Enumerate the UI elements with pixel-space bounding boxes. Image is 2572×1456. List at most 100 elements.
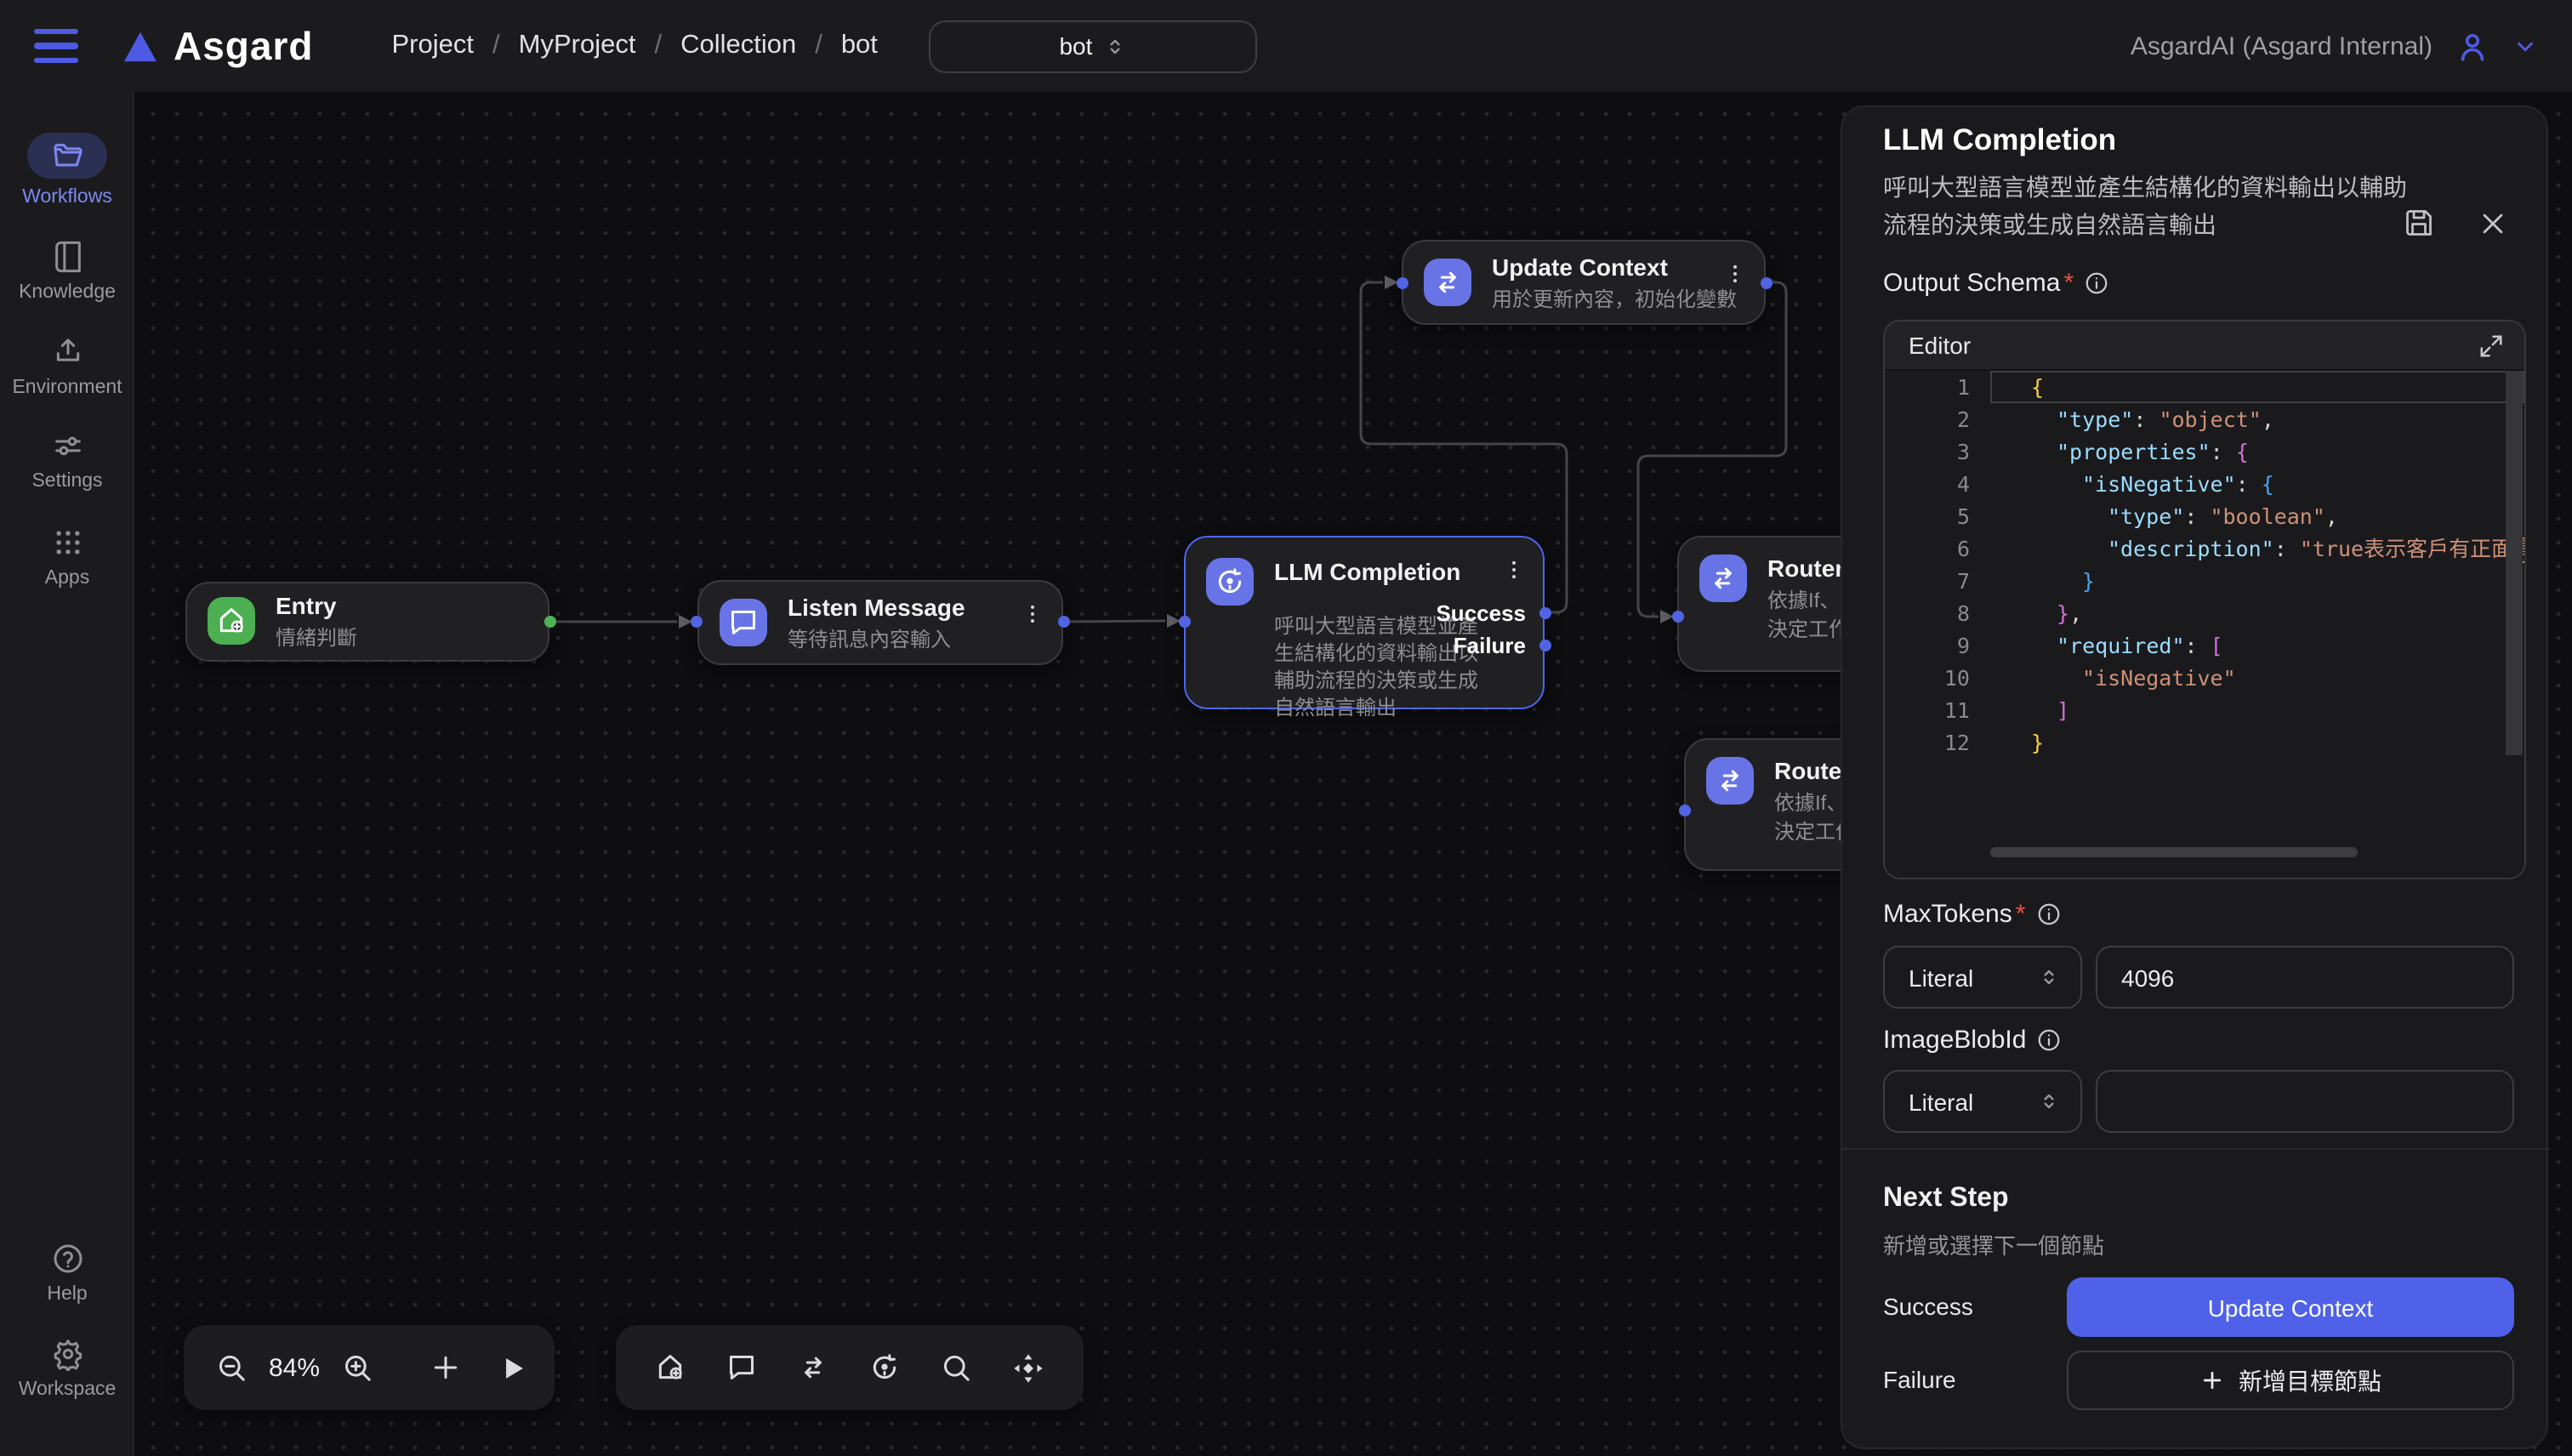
breadcrumb-separator: / <box>492 31 500 61</box>
node-menu-icon[interactable] <box>1502 557 1526 589</box>
editor-horizontal-scrollbar[interactable] <box>1990 847 2358 857</box>
node-listen-message[interactable]: Listen Message 等待訊息內容輸入 <box>697 580 1063 665</box>
max-tokens-mode-select[interactable]: Literal <box>1883 946 2082 1009</box>
llm-cycle-bulb-icon <box>1206 557 1254 605</box>
zoom-in-icon[interactable] <box>340 1351 374 1385</box>
port-llm-in[interactable] <box>1178 615 1190 627</box>
code-line[interactable]: 12} <box>1885 726 2524 759</box>
port-listen-in[interactable] <box>691 616 703 628</box>
breadcrumb-myproject[interactable]: MyProject <box>519 31 636 61</box>
code-line[interactable]: 11] <box>1885 694 2524 726</box>
chat-bubble-icon <box>720 599 767 646</box>
code-line[interactable]: 8}, <box>1885 597 2524 629</box>
breadcrumb-bot[interactable]: bot <box>841 31 878 61</box>
node-update-context[interactable]: Update Context 用於更新內容，初始化變數 <box>1402 240 1766 325</box>
swap-arrows-icon <box>1699 555 1747 602</box>
info-icon[interactable] <box>2036 1027 2062 1053</box>
code-area[interactable]: 1{2"type": "object",3"properties": {4"is… <box>1885 371 2524 864</box>
success-row-label: Success <box>1883 1293 1973 1320</box>
zoom-out-icon[interactable] <box>214 1351 248 1385</box>
breadcrumb-collection[interactable]: Collection <box>680 31 796 61</box>
node-subtitle: 情緒判斷 <box>276 626 357 650</box>
house-plus-icon[interactable] <box>653 1351 687 1385</box>
sidebar-item-label: Knowledge <box>19 282 116 303</box>
port-router-bottom-in[interactable] <box>1678 804 1690 816</box>
line-number: 7 <box>1885 565 1990 597</box>
code-line[interactable]: 3"properties": { <box>1885 435 2524 468</box>
max-tokens-input[interactable] <box>2096 946 2514 1009</box>
failure-add-target-button[interactable]: 新增目標節點 <box>2067 1351 2514 1410</box>
llm-cycle-bulb-icon[interactable] <box>868 1351 902 1385</box>
node-menu-icon[interactable] <box>1723 262 1747 294</box>
help-circle-icon <box>50 1242 84 1276</box>
info-icon[interactable] <box>2084 270 2109 296</box>
zoom-level: 84% <box>269 1353 320 1382</box>
code-line[interactable]: 1{ <box>1885 371 2524 403</box>
port-update-context-out[interactable] <box>1760 276 1772 288</box>
user-icon[interactable] <box>2455 28 2490 64</box>
button-label: 新增目標節點 <box>2239 1363 2381 1397</box>
sidebar-item-knowledge[interactable]: Knowledge <box>0 240 134 303</box>
upload-icon <box>50 335 84 369</box>
house-plus-icon <box>208 597 255 645</box>
node-llm-completion[interactable]: LLM Completion 呼叫大型語言模型並產 生結構化的資料輸出以 輔助流… <box>1184 535 1545 708</box>
success-target-button[interactable]: Update Context <box>2067 1277 2514 1337</box>
sidebar-item-environment[interactable]: Environment <box>0 335 134 398</box>
editor-vertical-scrollbar[interactable] <box>2506 371 2523 755</box>
breadcrumb-project[interactable]: Project <box>392 31 475 61</box>
line-number: 8 <box>1885 597 1990 629</box>
node-menu-icon[interactable] <box>1021 602 1044 634</box>
node-title: Listen Message <box>788 594 965 623</box>
expand-icon[interactable] <box>2478 333 2504 358</box>
brand: Asgard <box>122 23 314 69</box>
port-llm-success[interactable] <box>1539 606 1551 618</box>
plus-icon <box>2199 1368 2225 1393</box>
node-title: Entry <box>276 592 357 621</box>
info-icon[interactable] <box>2035 901 2061 927</box>
move-diamond-icon[interactable] <box>1010 1350 1046 1385</box>
image-blob-id-input[interactable] <box>2096 1070 2514 1133</box>
gear-icon <box>50 1337 84 1371</box>
code-line[interactable]: 10"isNegative" <box>1885 662 2524 694</box>
image-blob-id-mode-select[interactable]: Literal <box>1883 1070 2082 1133</box>
port-update-context-in[interactable] <box>1396 276 1408 288</box>
add-icon[interactable] <box>429 1351 463 1385</box>
button-label: Update Context <box>2208 1294 2374 1321</box>
play-icon[interactable] <box>497 1351 529 1384</box>
node-subtitle: 用於更新內容，初始化變數 <box>1492 287 1737 311</box>
book-icon <box>50 240 84 274</box>
workflow-selector[interactable]: bot <box>929 20 1257 72</box>
sidebar-item-label: Workspace <box>19 1379 117 1400</box>
port-llm-failure[interactable] <box>1539 639 1551 651</box>
close-icon[interactable] <box>2478 209 2507 238</box>
line-number: 5 <box>1885 500 1990 532</box>
chat-bubble-icon[interactable] <box>725 1351 759 1385</box>
sidebar-item-help[interactable]: Help <box>0 1242 134 1305</box>
port-router-top-in[interactable] <box>1671 611 1683 623</box>
top-bar: Asgard Project / MyProject / Collection … <box>0 0 2572 92</box>
code-line[interactable]: 6"description": "true表示客戶有正面情緒 <box>1885 532 2524 565</box>
port-entry-out[interactable] <box>543 616 555 628</box>
menu-icon[interactable] <box>34 29 78 63</box>
code-line[interactable]: 2"type": "object", <box>1885 403 2524 435</box>
code-line[interactable]: 7} <box>1885 565 2524 597</box>
swap-arrows-icon[interactable] <box>796 1351 830 1385</box>
next-step-title: Next Step <box>1883 1184 2009 1214</box>
brand-name: Asgard <box>174 23 314 69</box>
sidebar-item-apps[interactable]: Apps <box>0 526 134 589</box>
port-listen-out[interactable] <box>1057 616 1069 628</box>
save-icon[interactable] <box>2404 208 2434 238</box>
sidebar-item-workspace[interactable]: Workspace <box>0 1337 134 1400</box>
sidebar-item-label: Apps <box>45 568 89 589</box>
next-step-hint: 新增或選擇下一個節點 <box>1883 1228 2104 1260</box>
code-line[interactable]: 5"type": "boolean", <box>1885 500 2524 532</box>
node-entry[interactable]: Entry 情緒判斷 <box>185 581 549 661</box>
chevron-down-icon[interactable] <box>2512 33 2538 59</box>
sidebar-item-workflows[interactable]: Workflows <box>0 133 134 208</box>
code-line[interactable]: 9"required": [ <box>1885 629 2524 662</box>
sidebar-item-label: Help <box>47 1284 87 1305</box>
search-icon[interactable] <box>939 1351 973 1385</box>
code-line[interactable]: 4"isNegative": { <box>1885 468 2524 500</box>
schema-editor: Editor 1{2"type": "object",3"properties"… <box>1883 320 2526 879</box>
sidebar-item-settings[interactable]: Settings <box>0 429 134 492</box>
